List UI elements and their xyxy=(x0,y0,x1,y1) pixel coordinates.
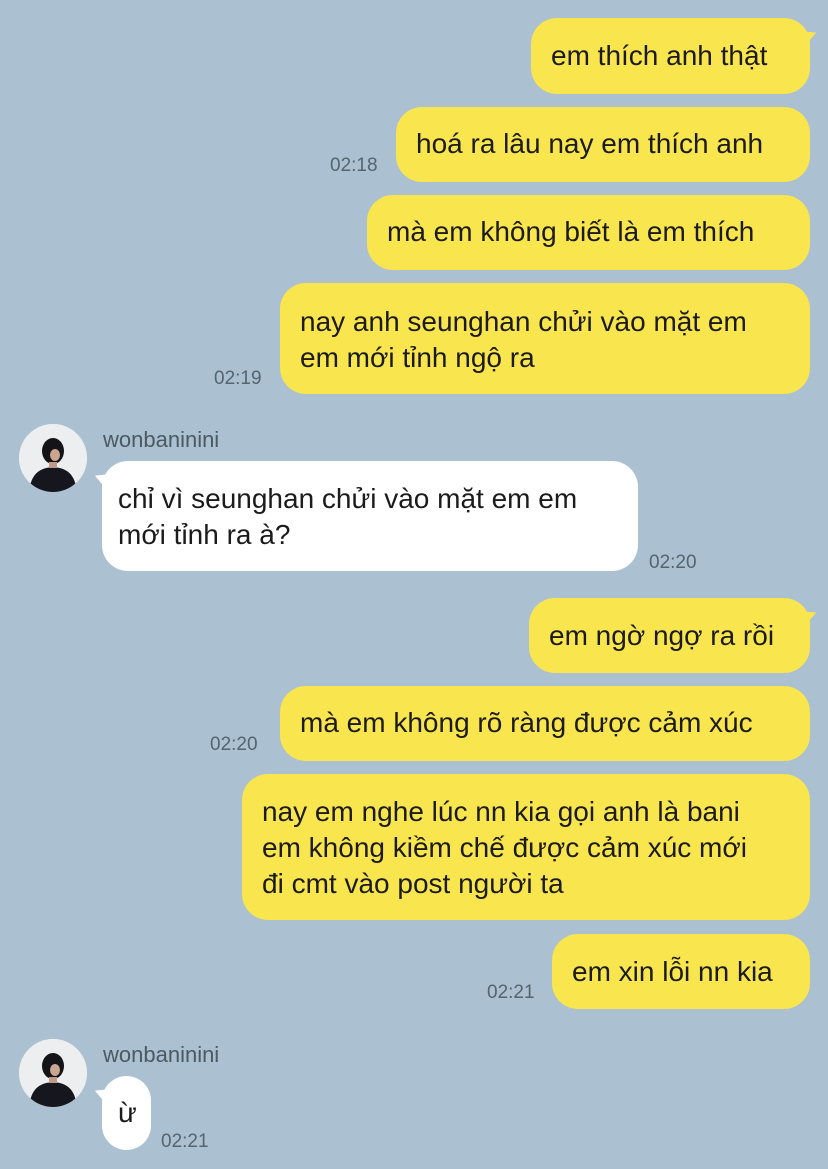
message-text: mà em không rõ ràng được cảm xúc xyxy=(300,707,753,738)
message-bubble-outgoing[interactable]: hoá ra lâu nay em thích anh xyxy=(396,107,810,182)
message-timestamp: 02:20 xyxy=(649,552,697,573)
message-text: mới tỉnh ra à? xyxy=(118,519,291,550)
message-text: đi cmt vào post người ta xyxy=(262,868,564,899)
message-bubble-outgoing[interactable]: nay em nghe lúc nn kia gọi anh là bani e… xyxy=(242,774,810,920)
message-text: hoá ra lâu nay em thích anh xyxy=(416,128,764,159)
sender-name: wonbaninini xyxy=(103,427,220,452)
message-text: mà em không biết là em thích xyxy=(387,216,755,247)
message-text: em không kiềm chế được cảm xúc mới xyxy=(262,832,747,863)
message-bubble-outgoing[interactable]: em thích anh thật xyxy=(531,18,810,94)
sender-name: wonbaninini xyxy=(103,1042,220,1067)
message-timestamp: 02:20 xyxy=(210,734,258,755)
message-timestamp: 02:18 xyxy=(330,155,378,176)
contact-avatar[interactable] xyxy=(19,1039,87,1107)
message-text: nay em nghe lúc nn kia gọi anh là bani xyxy=(262,796,740,827)
message-text: nay anh seunghan chửi vào mặt em xyxy=(300,306,747,337)
message-timestamp: 02:21 xyxy=(487,982,535,1003)
message-bubble-outgoing[interactable]: nay anh seunghan chửi vào mặt em em mới … xyxy=(280,283,810,394)
contact-avatar[interactable] xyxy=(19,424,87,492)
message-bubble-outgoing[interactable]: em ngờ ngợ ra rồi xyxy=(529,598,810,673)
message-text: em xin lỗi nn kia xyxy=(572,956,773,987)
message-timestamp: 02:19 xyxy=(214,368,262,389)
message-bubble-outgoing[interactable]: mà em không rõ ràng được cảm xúc xyxy=(280,686,810,761)
avatar-image xyxy=(19,424,87,492)
message-bubble-incoming[interactable]: ừ xyxy=(102,1076,151,1150)
message-text: chỉ vì seunghan chửi vào mặt em em xyxy=(118,483,578,514)
message-timestamp: 02:21 xyxy=(161,1131,209,1152)
message-text: em thích anh thật xyxy=(551,40,768,71)
avatar-image xyxy=(19,1039,87,1107)
message-text: em mới tỉnh ngộ ra xyxy=(300,342,535,373)
message-bubble-outgoing[interactable]: mà em không biết là em thích xyxy=(367,195,810,270)
message-text: em ngờ ngợ ra rồi xyxy=(549,620,775,651)
message-bubble-incoming[interactable]: chỉ vì seunghan chửi vào mặt em em mới t… xyxy=(102,461,638,571)
message-bubble-outgoing[interactable]: em xin lỗi nn kia xyxy=(552,934,810,1009)
message-text: ừ xyxy=(118,1097,137,1128)
